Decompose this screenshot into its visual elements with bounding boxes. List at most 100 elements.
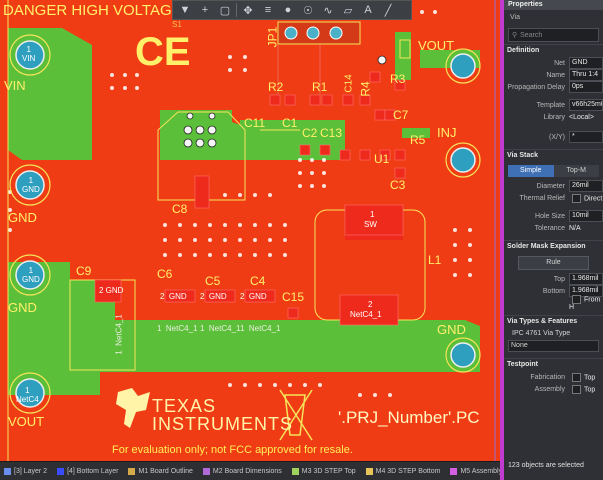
- ce-mark: CE: [135, 30, 191, 74]
- layer-color-swatch: [365, 467, 373, 475]
- ipc-via-type-label: IPC 4761 Via Type: [512, 330, 571, 337]
- designator-r2: R2: [268, 80, 284, 94]
- active-bar-toolbar: ▼ + ▢ ✥ ≡ ● ☉ ∿ ▱ A ╱: [172, 0, 412, 20]
- danger-warning-text: DANGER HIGH VOLTAG: [3, 2, 172, 19]
- xy-field[interactable]: *: [569, 131, 603, 143]
- panel-title: Properties: [504, 0, 603, 10]
- section-via-stack[interactable]: Via Stack: [504, 149, 603, 162]
- filter-icon[interactable]: ▼: [176, 2, 194, 18]
- net-gnd-1: GND: [8, 210, 37, 225]
- net-field[interactable]: GND: [569, 57, 603, 69]
- template-field[interactable]: v66h25m0: [569, 99, 603, 111]
- library-label: Library: [543, 113, 565, 121]
- object-type: Via: [510, 14, 520, 21]
- section-testpoint[interactable]: Testpoint: [504, 358, 603, 371]
- assembly-top-checkbox[interactable]: [572, 384, 581, 394]
- search-box[interactable]: ⚲ Search: [508, 28, 599, 42]
- layer-tabs: [3] Layer 2 [4] Bottom Layer M1 Board Outl…: [0, 461, 601, 480]
- designator-c13: C13: [320, 126, 343, 140]
- designator-l1: L1: [428, 253, 442, 267]
- vin-pad-label: 1 VIN: [22, 45, 36, 63]
- name-label: Name: [546, 71, 565, 79]
- rule-button[interactable]: Rule: [518, 256, 589, 270]
- designator-u1: U1: [374, 152, 390, 166]
- route-icon[interactable]: ∿: [319, 2, 337, 18]
- l1-pad2-number: 2: [368, 300, 373, 309]
- add-icon[interactable]: +: [196, 2, 214, 18]
- place-pad-icon[interactable]: ●: [279, 2, 297, 18]
- layer-tab-label: M1 Board Outline: [138, 467, 193, 475]
- prj-number-text: '.PRJ_Number'.PC: [338, 408, 480, 427]
- stack-mode-toggle: Simple Top-M: [508, 165, 599, 177]
- net-vout-right: VOUT: [418, 38, 455, 53]
- search-icon: ⚲: [512, 32, 518, 39]
- library-value: <Local>: [569, 113, 594, 121]
- assembly-top-label: Top: [584, 385, 596, 393]
- align-icon[interactable]: ≡: [259, 2, 277, 18]
- gnd-pad-label-1: 1 GND: [22, 176, 40, 194]
- c9-net-label: 1 NetC4_1: [114, 314, 124, 355]
- l1-pad1-name: SW: [364, 220, 377, 229]
- section-via-types[interactable]: Via Types & Features: [504, 315, 603, 328]
- netc4-label-c6: 1 NetC4_1: [157, 324, 198, 333]
- search-placeholder: Search: [520, 31, 543, 39]
- layer-tab[interactable]: M4 3D STEP Bottom: [365, 467, 441, 475]
- net-vin: VIN: [4, 78, 26, 93]
- designator-r3: R3: [390, 72, 406, 86]
- designator-c1: C1: [282, 116, 298, 130]
- c6-pad-label: 2 GND: [160, 292, 187, 301]
- layer-tab-label: M4 3D STEP Bottom: [375, 467, 441, 475]
- layer-tab[interactable]: M3 3D STEP Top: [291, 467, 356, 475]
- layer-tab[interactable]: [4] Bottom Layer: [57, 467, 119, 475]
- properties-panel: Properties Via ⚲ Search Definition Net GN…: [504, 0, 603, 480]
- designator-c5: C5: [205, 274, 221, 288]
- name-field[interactable]: Thru 1:4: [569, 69, 603, 81]
- net-label: Net: [554, 59, 565, 67]
- prop-delay-label: Propagation Delay: [507, 83, 565, 91]
- top-middle-mode-button[interactable]: Top-M: [553, 165, 599, 177]
- mask-bottom-label: Bottom: [542, 287, 565, 295]
- section-solder-mask[interactable]: Solder Mask Expansion: [504, 240, 603, 253]
- designator-c3: C3: [390, 178, 406, 192]
- net-gnd-3: GND: [437, 322, 466, 337]
- text-icon[interactable]: A: [359, 2, 377, 18]
- net-vout-left: VOUT: [8, 414, 45, 429]
- section-definition[interactable]: Definition: [504, 44, 603, 57]
- designator-c4: C4: [250, 274, 266, 288]
- line-icon[interactable]: ╱: [379, 2, 397, 18]
- layer-color-swatch: [57, 467, 65, 475]
- pcb-canvas[interactable]: DANGER HIGH VOLTAG CE JP1 S1 VIN GND GND…: [0, 0, 500, 461]
- hole-size-field[interactable]: 10mil: [569, 210, 603, 222]
- from-hole-checkbox[interactable]: [572, 295, 581, 304]
- layer-tab-label: [4] Bottom Layer: [67, 467, 119, 475]
- prop-delay-field[interactable]: 0ps: [569, 81, 603, 93]
- layer-tab[interactable]: [3] Layer 2: [4, 467, 48, 475]
- direct-checkbox[interactable]: [572, 193, 581, 203]
- assembly-label: Assembly: [534, 385, 565, 393]
- via-icon[interactable]: ☉: [299, 2, 317, 18]
- tolerance-value: N/A: [569, 224, 581, 232]
- layer-color-swatch: [450, 467, 458, 475]
- layer-tab-label: [3] Layer 2: [14, 467, 48, 475]
- layer-color-swatch: [202, 467, 210, 475]
- fabrication-top-checkbox[interactable]: [572, 372, 581, 382]
- designator-c11: C11: [244, 116, 266, 130]
- layer-tab[interactable]: M2 Board Dimensions: [202, 467, 282, 475]
- s1-designator: S1: [172, 20, 182, 29]
- select-rect-icon[interactable]: ▢: [216, 2, 234, 18]
- toolbar-separator: [236, 3, 237, 17]
- c9-pad-label: 2 GND: [99, 286, 124, 295]
- direct-label: Direct: [584, 194, 603, 202]
- simple-mode-button[interactable]: Simple: [508, 165, 554, 177]
- layer-tab[interactable]: M1 Board Outline: [128, 467, 193, 475]
- ipc-via-type-select[interactable]: None: [508, 340, 599, 352]
- mask-top-field[interactable]: 1.968mil: [569, 273, 603, 285]
- layer-color-swatch: [128, 467, 136, 475]
- net-inj: INJ: [437, 125, 457, 140]
- diameter-field[interactable]: 26mil: [569, 180, 603, 192]
- polygon-icon[interactable]: ▱: [339, 2, 357, 18]
- designator-c15: C15: [282, 290, 305, 304]
- pcb-artwork: [7, 0, 496, 461]
- move-icon[interactable]: ✥: [239, 2, 257, 18]
- mask-top-label: Top: [553, 275, 565, 283]
